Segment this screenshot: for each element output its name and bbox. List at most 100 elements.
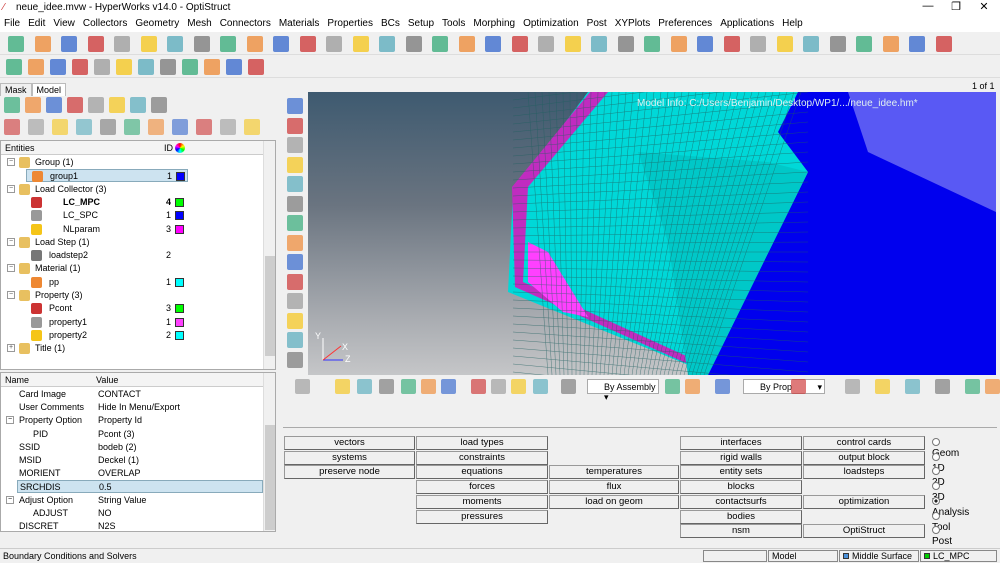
toolbar-tool-icon[interactable] bbox=[432, 36, 448, 52]
view-tool-icon[interactable] bbox=[287, 137, 303, 153]
view-tool-icon[interactable] bbox=[287, 215, 303, 231]
tree-row[interactable]: NLparam 3 bbox=[1, 223, 263, 236]
property-row[interactable]: MSID Deckel (1) bbox=[1, 454, 263, 467]
panel-button-bodies[interactable]: bodies bbox=[680, 509, 802, 524]
toolbar-tool-icon[interactable] bbox=[909, 36, 925, 52]
toolbar-tool-icon[interactable] bbox=[538, 36, 554, 52]
toolbar-tool-icon[interactable] bbox=[750, 36, 766, 52]
panel-button-systems[interactable]: systems bbox=[284, 450, 415, 465]
menu-materials[interactable]: Materials bbox=[275, 16, 324, 31]
menu-help[interactable]: Help bbox=[778, 16, 807, 31]
panel-button-load-on-geom[interactable]: load on geom bbox=[549, 494, 679, 509]
visualization-tool-icon[interactable] bbox=[561, 379, 576, 394]
property-row[interactable]: MORIENT OVERLAP bbox=[1, 467, 263, 480]
view-tool-icon[interactable] bbox=[287, 234, 303, 251]
radio-button[interactable] bbox=[932, 482, 940, 491]
panel-button-blocks[interactable]: blocks bbox=[680, 480, 802, 495]
tree-row[interactable]: − Load Collector (3) bbox=[1, 183, 263, 196]
visualization-tool-icon[interactable] bbox=[685, 379, 700, 394]
color-swatch[interactable] bbox=[175, 197, 184, 207]
tab-model[interactable]: Model bbox=[31, 83, 67, 96]
visualization-tool-icon[interactable] bbox=[905, 379, 920, 394]
panel-button-temperatures[interactable]: temperatures bbox=[549, 465, 679, 480]
toolbar-tool-icon[interactable] bbox=[114, 36, 130, 52]
browser-tool-icon[interactable] bbox=[67, 97, 83, 113]
tree-row[interactable]: group1 1 bbox=[26, 169, 188, 183]
collapse-icon[interactable]: − bbox=[7, 237, 15, 246]
browser-tool-icon[interactable] bbox=[4, 119, 20, 135]
tab-mask[interactable]: Mask bbox=[0, 83, 32, 96]
panel-button-moments[interactable]: moments bbox=[416, 494, 548, 509]
radio-button[interactable] bbox=[932, 526, 940, 535]
panel-button-interfaces[interactable]: interfaces bbox=[680, 436, 802, 450]
browser-tool-icon[interactable] bbox=[100, 119, 116, 135]
view-tool-icon[interactable] bbox=[287, 254, 303, 270]
assembly-color-select[interactable]: By Assembly ▾ bbox=[587, 379, 659, 402]
collapse-icon[interactable]: − bbox=[7, 264, 15, 273]
visualization-tool-icon[interactable] bbox=[441, 379, 456, 394]
tree-row[interactable]: loadstep2 2 bbox=[1, 249, 263, 262]
panel-button-load-types[interactable]: load types bbox=[416, 436, 548, 450]
toolbar-tool-icon[interactable] bbox=[72, 59, 88, 75]
browser-tool-icon[interactable] bbox=[25, 97, 41, 113]
visualization-tool-icon[interactable] bbox=[511, 379, 526, 394]
expand-icon[interactable]: + bbox=[7, 344, 15, 353]
visualization-tool-icon[interactable] bbox=[295, 379, 310, 394]
color-swatch[interactable] bbox=[175, 224, 184, 234]
browser-tool-icon[interactable] bbox=[28, 119, 44, 135]
view-tool-icon[interactable] bbox=[287, 273, 303, 290]
property-row[interactable]: Card Image CONTACT bbox=[1, 388, 263, 401]
visualization-tool-icon[interactable] bbox=[357, 379, 372, 394]
panel-button-optimization[interactable]: optimization bbox=[803, 494, 925, 509]
menu-optimization[interactable]: Optimization bbox=[519, 16, 583, 31]
graphics-viewport[interactable]: Model Info: C:/Users/Benjamin/Desktop/WP… bbox=[308, 92, 996, 375]
browser-tool-icon[interactable] bbox=[46, 97, 62, 113]
tree-row[interactable]: LC_MPC 4 bbox=[1, 196, 263, 209]
toolbar-tool-icon[interactable] bbox=[352, 36, 369, 52]
toolbar-tool-icon[interactable] bbox=[670, 36, 687, 52]
tree-row[interactable]: − Load Step (1) bbox=[1, 236, 263, 249]
property-row[interactable]: ADJUST NO bbox=[1, 507, 263, 520]
panel-button-loadsteps[interactable]: loadsteps bbox=[803, 465, 925, 480]
toolbar-tool-icon[interactable] bbox=[882, 36, 899, 52]
browser-tool-icon[interactable] bbox=[130, 97, 146, 113]
tree-row[interactable]: pp 1 bbox=[1, 276, 263, 289]
menu-preferences[interactable]: Preferences bbox=[654, 16, 716, 31]
toolbar-tool-icon[interactable] bbox=[34, 36, 51, 52]
menu-setup[interactable]: Setup bbox=[404, 16, 438, 31]
toolbar-tool-icon[interactable] bbox=[182, 59, 198, 75]
visualization-tool-icon[interactable] bbox=[533, 379, 548, 394]
visualization-tool-icon[interactable] bbox=[791, 379, 806, 394]
collapse-icon[interactable]: − bbox=[7, 158, 15, 166]
color-swatch[interactable] bbox=[175, 277, 184, 287]
panel-button-contactsurfs[interactable]: contactsurfs bbox=[680, 494, 802, 509]
menu-connectors[interactable]: Connectors bbox=[216, 16, 275, 31]
prop-color-select[interactable]: By Prop ▾ bbox=[743, 379, 825, 394]
visualization-tool-icon[interactable] bbox=[715, 379, 730, 394]
panel-button-control-cards[interactable]: control cards bbox=[803, 436, 925, 450]
toolbar-tool-icon[interactable] bbox=[644, 36, 660, 52]
color-swatch[interactable] bbox=[175, 330, 184, 340]
tree-row[interactable]: + Title (1) bbox=[1, 342, 263, 355]
toolbar-tool-icon[interactable] bbox=[405, 36, 422, 52]
panel-button-rigid-walls[interactable]: rigid walls bbox=[680, 450, 802, 465]
browser-tool-icon[interactable] bbox=[124, 119, 140, 135]
toolbar-tool-icon[interactable] bbox=[6, 59, 22, 75]
browser-tool-icon[interactable] bbox=[220, 119, 236, 135]
toolbar-tool-icon[interactable] bbox=[829, 36, 846, 52]
color-swatch[interactable] bbox=[175, 317, 184, 327]
toolbar-tool-icon[interactable] bbox=[458, 36, 475, 52]
browser-tool-icon[interactable] bbox=[76, 119, 92, 135]
visualization-tool-icon[interactable] bbox=[421, 379, 436, 394]
visualization-tool-icon[interactable] bbox=[491, 379, 506, 394]
toolbar-tool-icon[interactable] bbox=[617, 36, 634, 52]
tree-row[interactable]: property1 1 bbox=[1, 316, 263, 329]
menu-properties[interactable]: Properties bbox=[323, 16, 377, 31]
menu-collectors[interactable]: Collectors bbox=[79, 16, 131, 31]
visualization-tool-icon[interactable] bbox=[845, 379, 860, 394]
toolbar-tool-icon[interactable] bbox=[8, 36, 24, 52]
property-row[interactable]: − Property Option Property Id bbox=[1, 414, 263, 427]
tree-row[interactable]: Pcont 3 bbox=[1, 302, 263, 315]
toolbar-tool-icon[interactable] bbox=[140, 36, 157, 52]
maximize-button[interactable]: ❐ bbox=[942, 0, 970, 16]
